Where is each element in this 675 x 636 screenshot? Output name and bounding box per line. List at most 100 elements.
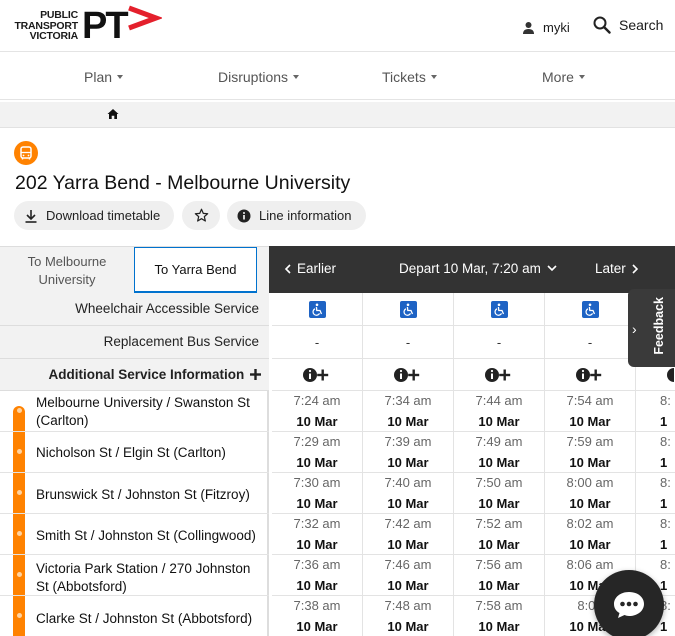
chevron-right-icon [632,263,638,274]
wheelchair-icon [581,300,599,318]
table-cell: 7:46 am 10 Mar [363,555,454,596]
departure-date: 10 Mar [387,578,429,593]
table-cell: 7:59 am 10 Mar [545,432,636,473]
user-icon [523,22,534,34]
depart-label: Depart 10 Mar, 7:20 am [399,261,541,276]
table-cell: 7:48 am 10 Mar [363,596,454,636]
nav-plan[interactable]: Plan [84,69,124,85]
departure-date: 10 Mar [478,578,520,593]
table-cell: 7:34 am 10 Mar [363,391,454,432]
chat-bubble-icon [614,592,644,618]
search-button[interactable]: Search [593,16,663,34]
departure-time: 7:54 am [566,393,614,408]
nav-more[interactable]: More [542,69,585,85]
table-cell: 7:24 am 10 Mar [272,391,363,432]
departure-date: 10 Mar [296,455,338,470]
departure-date: 10 Mar [478,455,520,470]
departure-date: 10 Mar [296,496,338,511]
table-cell: 7:49 am 10 Mar [454,432,545,473]
tab-to-melbourne-university[interactable]: To Melbourne University [0,247,134,294]
service-info-toggle[interactable] [363,359,454,391]
list-item[interactable]: Victoria Park Station / 270 Johnston St … [0,555,269,596]
replacement-cell: - [272,326,363,359]
list-item[interactable]: Clarke St / Johnston St (Abbotsford) [0,596,269,636]
table-cell: 7:54 am 10 Mar [545,391,636,432]
wheelchair-icon [399,300,417,318]
departure-time: 7:42 am [384,516,432,531]
nav-tickets[interactable]: Tickets [382,69,437,85]
feedback-tab[interactable]: › Feedback [628,289,675,367]
service-info-toggle[interactable] [454,359,545,391]
departure-time: 7:59 am [566,434,614,449]
table-cell: 8: 1 [636,473,675,514]
later-button[interactable]: Later [595,261,639,276]
departure-date: 10 Mar [478,619,520,634]
ptv-logo[interactable]: PUBLIC TRANSPORT VICTORIA PT [12,5,162,48]
departure-date: 10 Mar [569,537,611,552]
table-cell: 7:38 am 10 Mar [272,596,363,636]
departure-time: 7:58 am [475,598,523,613]
departure-date: 10 Mar [387,537,429,552]
stop-dot [17,408,22,413]
departure-time: 8: [660,393,671,408]
nav-disruptions[interactable]: Disruptions [218,69,300,85]
tab-to-yarra-bend[interactable]: To Yarra Bend [134,247,257,294]
wheelchair-cell [454,293,545,326]
departure-date: 10 Mar [478,496,520,511]
stop-name: Melbourne University / Swanston St (Carl… [36,395,250,428]
departure-time: 7:50 am [475,475,523,490]
departure-date: 1 [660,619,668,634]
list-item[interactable]: Smith St / Johnston St (Collingwood) [0,514,269,555]
stop-name: Nicholson St / Elgin St (Carlton) [36,445,226,460]
additional-info-row[interactable]: Additional Service Information [0,359,269,391]
chevron-left-icon [284,263,291,274]
chat-button[interactable] [594,570,664,636]
list-item[interactable]: Brunswick St / Johnston St (Fitzroy) [0,473,269,514]
plus-icon [250,369,261,380]
list-item[interactable]: Nicholson St / Elgin St (Carlton) [0,432,269,473]
search-icon [593,16,611,34]
line-information-button[interactable]: Line information [227,201,366,230]
tab-label: To Yarra Bend [154,261,237,277]
search-label: Search [619,17,664,33]
departure-time: 7:32 am [293,516,341,531]
favourite-button[interactable] [182,201,220,230]
replacement-cell: - [454,326,545,359]
departure-date: 10 Mar [478,537,520,552]
replacement-row-label: Replacement Bus Service [0,326,269,359]
departure-time: 8:00 am [566,475,614,490]
departure-time: 7:36 am [293,557,341,572]
table-cell: 7:36 am 10 Mar [272,555,363,596]
earlier-label: Earlier [297,261,337,276]
logo-line-1: PUBLIC [40,9,78,21]
departure-time: 7:46 am [384,557,432,572]
bus-glyph [20,146,32,160]
myki-link[interactable]: myki [522,20,570,35]
direction-tabs: To Melbourne University To Yarra Bend [0,246,269,294]
departure-time: 8: [660,516,671,531]
departure-date: 10 Mar [387,496,429,511]
info-plus-icon [485,367,511,382]
table-cell: 8: 1 [636,514,675,555]
nav-disruptions-label: Disruptions [218,69,289,85]
table-cell: 7:58 am 10 Mar [454,596,545,636]
download-label: Download timetable [46,208,161,223]
list-item[interactable]: Melbourne University / Swanston St (Carl… [0,391,269,432]
main-nav: Plan Disruptions Tickets More [0,52,675,100]
departure-time: 7:30 am [293,475,341,490]
home-icon[interactable] [107,108,119,120]
departure-time: 8: [660,557,671,572]
download-timetable-button[interactable]: Download timetable [14,201,175,230]
departure-date: 1 [660,414,668,429]
earlier-button[interactable]: Earlier [284,261,336,276]
service-info-toggle[interactable] [545,359,636,391]
departure-time: 8: [660,475,671,490]
departure-time: 7:49 am [475,434,523,449]
departure-date: 10 Mar [569,455,611,470]
table-cell: 7:32 am 10 Mar [272,514,363,555]
service-info-toggle[interactable] [272,359,363,391]
depart-time-selector[interactable]: Depart 10 Mar, 7:20 am [399,261,557,276]
table-cell: 8: 1 [636,432,675,473]
star-icon [194,208,208,222]
departure-time: 7:29 am [293,434,341,449]
